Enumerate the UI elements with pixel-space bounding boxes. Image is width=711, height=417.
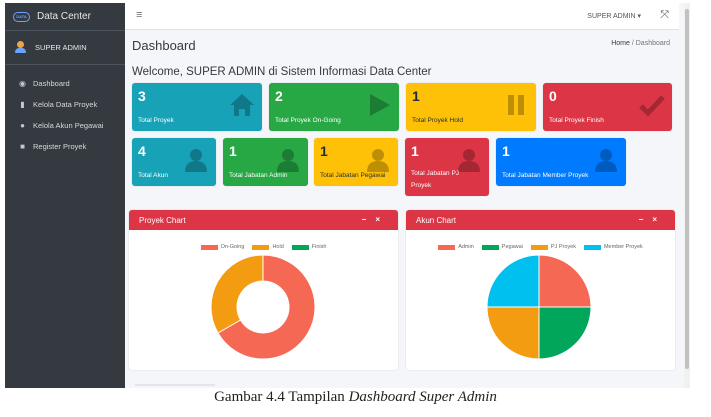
brand-name: Data Center: [37, 11, 91, 22]
data-center-logo-icon: DATA: [13, 11, 30, 22]
akun-chart-card: Akun Chart −× Admin Pegawai PJ Proyek Membe…: [406, 210, 675, 370]
user-icon: [458, 149, 480, 172]
stat-total-proyek-hold[interactable]: 1 Total Proyek Hold: [406, 83, 536, 131]
pause-icon: [508, 95, 524, 115]
user-icon: [595, 149, 617, 172]
stat-total-jabatan-pegawai[interactable]: 1 Total Jabatan Pegawai: [314, 138, 398, 186]
sidebar: DATA Data Center SUPER ADMIN ◉ Dashboard…: [5, 3, 125, 388]
proyek-doughnut-chart: [210, 254, 316, 360]
sidebar-item-register-proyek[interactable]: ■ Register Proyek: [5, 136, 125, 157]
caption-emphasis: Dashboard Super Admin: [348, 389, 497, 405]
hamburger-icon[interactable]: ≡: [136, 9, 142, 21]
user-panel[interactable]: SUPER ADMIN: [5, 31, 125, 65]
breadcrumb-current: Dashboard: [635, 40, 670, 47]
stat-value: 0: [549, 88, 557, 104]
stat-value: 1: [229, 143, 237, 159]
sidebar-item-label: Kelola Akun Pegawai: [33, 121, 104, 130]
user-dropdown-label: SUPER ADMIN: [587, 13, 636, 20]
stat-total-jabatan-pj-proyek[interactable]: 1 Total Jabatan PJ Proyek: [405, 138, 489, 196]
caption-prefix: Gambar 4.4 Tampilan: [214, 389, 345, 405]
sidebar-menu: ◉ Dashboard ▮ Kelola Data Proyek ● Kelol…: [5, 65, 125, 157]
stat-total-jabatan-admin[interactable]: 1 Total Jabatan Admin: [223, 138, 308, 186]
caret-down-icon: ▾: [637, 13, 641, 20]
stat-label: Total Proyek: [138, 117, 174, 124]
sidebar-item-kelola-data-proyek[interactable]: ▮ Kelola Data Proyek: [5, 94, 125, 115]
stat-total-akun[interactable]: 4 Total Akun: [132, 138, 216, 186]
stat-total-jabatan-member-proyek[interactable]: 1 Total Jabatan Member Proyek: [496, 138, 626, 186]
stat-value: 1: [412, 88, 420, 104]
stat-total-proyek-on-going[interactable]: 2 Total Proyek On-Going: [269, 83, 399, 131]
user-icon: [367, 149, 389, 172]
stat-total-proyek-finish[interactable]: 0 Total Proyek Finish: [543, 83, 672, 131]
breadcrumb: Home / Dashboard: [611, 40, 670, 47]
sidebar-item-label: Kelola Data Proyek: [33, 100, 98, 109]
stat-value: 1: [411, 143, 419, 159]
sidebar-item-label: Register Proyek: [33, 142, 87, 151]
sidebar-item-label: Dashboard: [33, 79, 70, 88]
breadcrumb-home-link[interactable]: Home: [611, 40, 630, 47]
stat-value: 4: [138, 143, 146, 159]
stat-label-line2: Proyek: [411, 182, 432, 189]
stat-value: 2: [275, 88, 283, 104]
slice-pegawai[interactable]: [538, 306, 592, 360]
play-icon: [370, 94, 390, 116]
welcome-message: Welcome, SUPER ADMIN di Sistem Informasi…: [132, 66, 432, 78]
folder-icon: ■: [20, 142, 25, 151]
slice-member-proyek[interactable]: [486, 254, 540, 308]
browser-viewport: DATA Data Center SUPER ADMIN ◉ Dashboard…: [5, 3, 689, 388]
check-icon: [639, 95, 665, 117]
main-content: ≡ SUPER ADMIN ▾ ⤧ Dashboard Home / Dashb…: [125, 3, 679, 388]
user-icon: [185, 149, 207, 172]
page-title: Dashboard: [132, 38, 196, 53]
top-navbar: ≡ SUPER ADMIN ▾ ⤧: [125, 3, 679, 30]
stat-label: Total Proyek Hold: [412, 117, 463, 124]
sidebar-item-dashboard[interactable]: ◉ Dashboard: [5, 73, 125, 94]
home-icon: [230, 94, 254, 116]
vertical-scrollbar[interactable]: [684, 3, 690, 388]
stat-label: Total Proyek Finish: [549, 117, 604, 124]
stat-label: Total Akun: [138, 172, 168, 179]
sidebar-item-kelola-akun-pegawai[interactable]: ● Kelola Akun Pegawai: [5, 115, 125, 136]
stat-value: 1: [502, 143, 510, 159]
user-icon: [277, 149, 299, 172]
users-icon: ●: [20, 121, 25, 130]
akun-pie-chart: [486, 254, 592, 360]
scrollbar-thumb[interactable]: [685, 9, 689, 369]
stat-value: 3: [138, 88, 146, 104]
stat-value: 1: [320, 143, 328, 159]
slice-hold[interactable]: [210, 254, 264, 334]
breadcrumb-separator: /: [631, 40, 634, 47]
dashboard-icon: ◉: [19, 79, 26, 88]
proyek-chart-card: Proyek Chart −× On-Going Hold Finish: [129, 210, 398, 370]
stat-label-line1: Total Jabatan PJ: [411, 170, 460, 177]
slice-admin[interactable]: [538, 254, 592, 308]
fullscreen-icon[interactable]: ⤧: [660, 9, 669, 22]
user-avatar-icon: [15, 41, 26, 54]
brand[interactable]: DATA Data Center: [5, 3, 125, 31]
stat-label: Total Jabatan Member Proyek: [502, 172, 589, 179]
user-dropdown[interactable]: SUPER ADMIN ▾: [587, 12, 641, 20]
figure-caption: Gambar 4.4 Tampilan Dashboard Super Admi…: [0, 389, 711, 406]
stat-total-proyek[interactable]: 3 Total Proyek: [132, 83, 262, 131]
next-section-edge: [135, 384, 215, 386]
stat-label: Total Proyek On-Going: [275, 117, 341, 124]
building-icon: ▮: [20, 100, 25, 109]
slice-pj-proyek[interactable]: [486, 306, 540, 360]
user-name: SUPER ADMIN: [35, 43, 87, 52]
